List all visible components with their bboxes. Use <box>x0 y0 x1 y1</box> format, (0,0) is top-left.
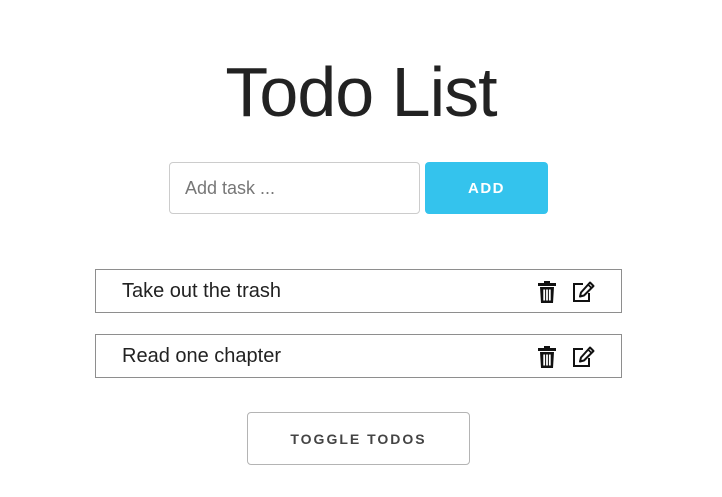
edit-icon[interactable] <box>571 345 595 369</box>
todo-actions <box>535 280 595 304</box>
page-title: Todo List <box>225 53 497 131</box>
add-button[interactable]: ADD <box>425 162 548 214</box>
edit-icon[interactable] <box>571 280 595 304</box>
trash-icon[interactable] <box>535 345 559 369</box>
todo-list: Take out the trash Read one chapter <box>95 269 622 399</box>
toggle-todos-button[interactable]: TOGGLE TODOS <box>247 412 470 465</box>
todo-item: Take out the trash <box>95 269 622 313</box>
todo-text: Take out the trash <box>122 280 281 302</box>
add-task-input[interactable] <box>169 162 420 214</box>
todo-text: Read one chapter <box>122 345 282 367</box>
todo-app: Todo List ADD Take out the trash <box>0 0 722 497</box>
todo-item: Read one chapter <box>95 334 622 378</box>
todo-actions <box>535 345 595 369</box>
add-task-form: ADD <box>169 162 548 214</box>
trash-icon[interactable] <box>535 280 559 304</box>
